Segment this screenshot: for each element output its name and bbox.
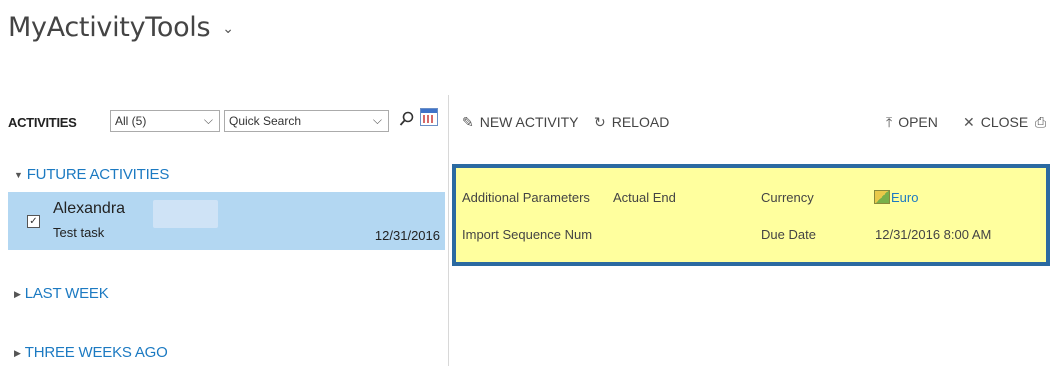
currency-link[interactable]: Euro [874,190,918,205]
activities-label: ACTIVITIES [8,115,77,130]
currency-value: Euro [891,190,919,205]
caret-down-icon: ▼ [14,170,23,181]
reload-button[interactable]: ↻ RELOAD [594,114,669,131]
view-select[interactable]: All (5) ⌵ [110,110,220,132]
reload-label: RELOAD [611,114,670,130]
quick-search-input[interactable]: Quick Search ⌵ [224,110,389,132]
due-date-label: Due Date [761,227,816,242]
activity-details-panel [452,164,1050,266]
group-label: LAST WEEK [24,285,109,302]
open-icon: ⤒ [886,114,893,130]
caret-right-icon: ▶ [14,347,21,358]
task-icon: ✓ [27,215,40,228]
group-future-activities[interactable]: ▼ FUTURE ACTIVITIES [14,166,169,183]
view-select-value: All (5) [115,114,147,128]
activity-owner: Alexandra [53,200,126,217]
activity-row[interactable]: ✓ Alexandra Test task 12/31/2016 [8,192,445,250]
open-button[interactable]: ⤒ OPEN [886,114,938,131]
group-label: FUTURE ACTIVITIES [26,166,170,183]
activity-subject: Test task [53,225,105,240]
new-activity-label: NEW ACTIVITY [479,114,579,130]
quick-search-placeholder: Quick Search [229,114,302,128]
search-icon[interactable] [399,110,415,128]
print-icon[interactable]: ⎙ [1035,114,1052,131]
close-label: CLOSE [980,114,1029,130]
close-button[interactable]: ✕ CLOSE [963,114,1028,131]
due-date-value: 12/31/2016 8:00 AM [875,227,992,242]
chevron-down-icon: ⌵ [203,113,213,127]
pane-divider [448,95,449,366]
additional-parameters-label: Additional Parameters [462,190,590,205]
group-label: THREE WEEKS AGO [24,344,168,361]
currency-icon [874,190,890,204]
app-title[interactable]: MyActivityTools ⌄ [8,12,234,43]
chevron-down-icon: ⌵ [372,113,382,127]
refresh-icon: ↻ [594,114,606,130]
activity-date: 12/31/2016 [374,228,440,243]
group-last-week[interactable]: ▶ LAST WEEK [14,285,109,302]
redacted-area [153,200,218,228]
actual-end-label: Actual End [613,190,676,205]
new-activity-button[interactable]: ✎ NEW ACTIVITY [462,114,579,131]
close-icon: ✕ [963,114,975,130]
caret-right-icon: ▶ [14,288,21,299]
chevron-down-icon[interactable]: ⌄ [222,21,234,37]
open-label: OPEN [898,114,938,130]
edit-icon: ✎ [462,114,474,130]
app-title-text: MyActivityTools [8,12,211,43]
group-three-weeks-ago[interactable]: ▶ THREE WEEKS AGO [14,344,168,361]
currency-label: Currency [761,190,814,205]
import-sequence-label: Import Sequence Num [462,227,593,242]
calendar-icon[interactable] [420,108,438,126]
